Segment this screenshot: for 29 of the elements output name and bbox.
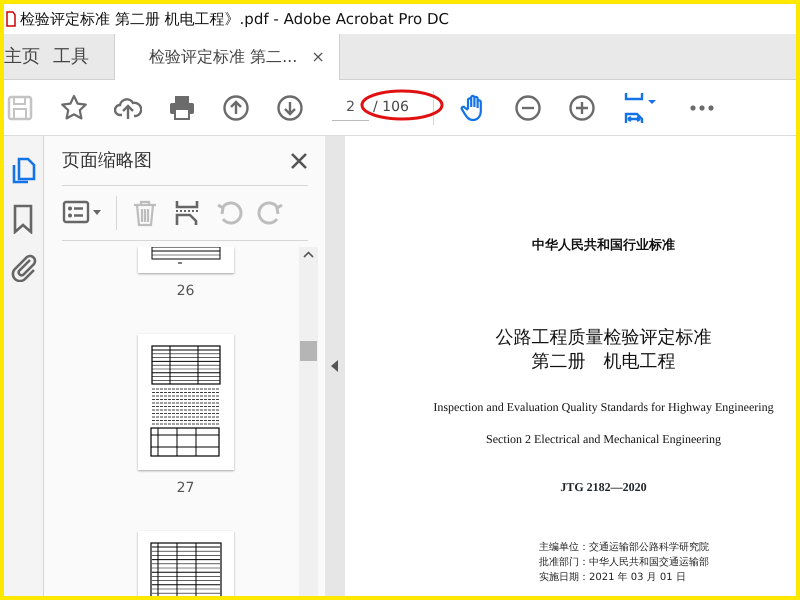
paperclip-icon[interactable]	[10, 252, 38, 282]
zoom-out-icon[interactable]	[514, 94, 542, 122]
page-number: 27	[176, 479, 194, 498]
standard-code: JTG 2182—2020	[560, 478, 647, 496]
close-icon[interactable]	[290, 152, 308, 170]
page-number-field[interactable]: 2	[332, 94, 369, 120]
document-title: 公路工程质量检验评定标准	[496, 326, 712, 350]
close-icon[interactable]: ×	[311, 45, 325, 69]
document-title: 第二册 机电工程	[532, 350, 676, 374]
page-number: 26	[176, 282, 194, 301]
panel-title: 页面缩略图	[62, 149, 152, 173]
document-header: 中华人民共和国行业标准	[532, 237, 675, 255]
page-count: / 106	[373, 98, 409, 117]
tab[interactable]: 主页	[4, 34, 53, 79]
star-icon[interactable]	[60, 94, 88, 122]
document-meta: 主编单位：交通运输部公路科学研究院	[539, 540, 709, 554]
tab[interactable]: 检验评定标准 第二... ×	[114, 34, 340, 80]
document-meta: 批准部门：中华人民共和国交通运输部	[539, 556, 709, 570]
english-title: Inspection and Evaluation Quality Standards for Highway Engineering	[433, 398, 774, 416]
tab[interactable]: 工具	[53, 34, 102, 79]
document-meta: 实施日期：2021 年 03 月 01 日	[539, 570, 686, 584]
pages-icon[interactable]	[10, 156, 38, 186]
english-title: Section 2 Electrical and Mechanical Engineering	[486, 430, 721, 448]
zoom-in-icon[interactable]	[568, 94, 596, 122]
scrollbar-thumb[interactable]	[300, 341, 317, 361]
collapse-arrow-icon[interactable]	[330, 359, 340, 373]
printer-icon[interactable]	[168, 94, 196, 122]
window-title: 检验评定标准 第二册 机电工程》.pdf - Adobe Acrobat Pro DC	[20, 8, 450, 30]
insert-pages-icon[interactable]	[173, 199, 201, 227]
